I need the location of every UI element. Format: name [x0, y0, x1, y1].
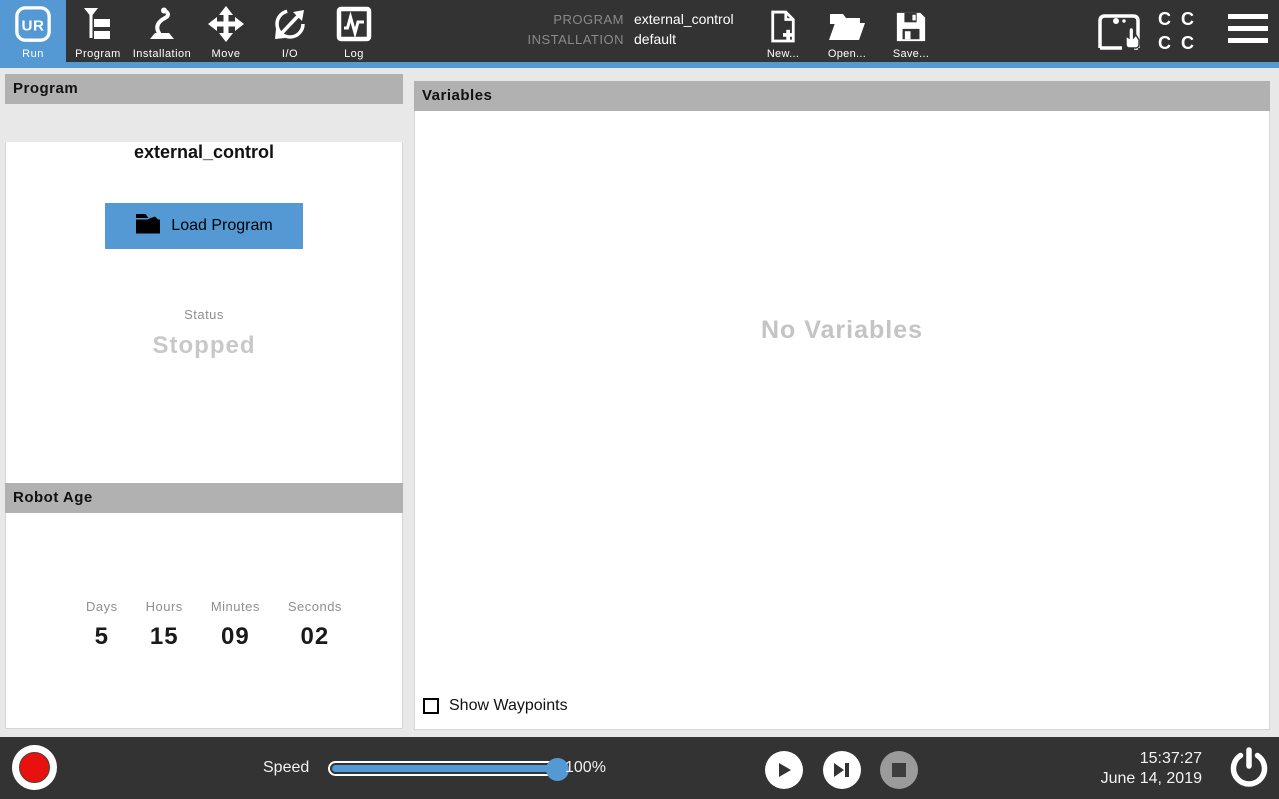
- tab-installation[interactable]: Installation: [130, 0, 194, 62]
- emergency-stop-button[interactable]: [12, 745, 57, 790]
- program-tree-icon: [81, 0, 115, 48]
- load-program-button[interactable]: Load Program: [105, 203, 303, 249]
- variables-panel: Variables No Variables Show Waypoints: [414, 81, 1270, 730]
- clock-date: June 14, 2019: [1000, 769, 1202, 789]
- tab-move[interactable]: Move: [194, 0, 258, 62]
- variables-panel-body: No Variables Show Waypoints: [414, 111, 1270, 730]
- speed-value: 100%: [565, 759, 606, 777]
- clock-time: 15:37:27: [1000, 749, 1202, 769]
- tab-program-label: Program: [75, 48, 121, 60]
- save-button[interactable]: Save...: [885, 6, 937, 60]
- folder-icon: [135, 212, 161, 241]
- speed-label: Speed: [263, 759, 309, 777]
- tab-move-label: Move: [212, 48, 241, 60]
- new-file-icon: [769, 6, 797, 48]
- top-navigation-bar: UR Run Program Installation: [0, 0, 1279, 62]
- accent-divider: [0, 62, 1279, 68]
- age-minutes: Minutes 09: [197, 599, 274, 651]
- program-panel: Program external_control Load Program St…: [5, 74, 403, 518]
- age-minutes-label: Minutes: [211, 599, 260, 614]
- age-seconds-value: 02: [288, 623, 342, 651]
- age-hours: Hours 15: [132, 599, 197, 651]
- tab-io-label: I/O: [282, 48, 298, 60]
- step-forward-icon: [832, 761, 852, 779]
- age-days: Days 5: [72, 599, 132, 651]
- age-days-value: 5: [86, 623, 118, 651]
- loaded-program-name: external_control: [6, 142, 402, 163]
- show-waypoints-label: Show Waypoints: [449, 697, 568, 715]
- age-minutes-value: 09: [211, 623, 260, 651]
- robot-age-counters: Days 5 Hours 15 Minutes 09 Seconds 02: [72, 599, 356, 651]
- stop-button[interactable]: [880, 751, 918, 789]
- program-panel-header: Program: [5, 74, 403, 104]
- status-label: Status: [6, 307, 402, 322]
- status-indicator-cc: C C C C: [1158, 8, 1194, 54]
- robot-age-body: Days 5 Hours 15 Minutes 09 Seconds 02: [5, 513, 403, 729]
- load-program-label: Load Program: [171, 217, 272, 235]
- play-icon: [775, 761, 793, 779]
- variables-panel-header: Variables: [414, 81, 1270, 111]
- svg-text:UR: UR: [22, 18, 45, 35]
- speed-slider[interactable]: [328, 761, 560, 776]
- emergency-stop-red-dot: [19, 752, 50, 783]
- power-icon: [1227, 746, 1271, 790]
- open-button-label: Open...: [828, 48, 866, 60]
- status-letter: C: [1158, 8, 1171, 30]
- age-hours-value: 15: [146, 623, 183, 651]
- new-button[interactable]: New...: [757, 6, 809, 60]
- program-label: PROGRAM: [452, 12, 624, 27]
- tab-installation-label: Installation: [133, 48, 192, 60]
- tab-program[interactable]: Program: [66, 0, 130, 62]
- clock-display: 15:37:27 June 14, 2019: [1000, 749, 1202, 789]
- stop-icon: [891, 762, 907, 778]
- no-variables-message: No Variables: [415, 316, 1269, 345]
- ur-logo-icon: UR: [14, 0, 52, 48]
- status-letter: C: [1181, 32, 1194, 54]
- open-button[interactable]: Open...: [821, 6, 873, 60]
- program-name-value: external_control: [634, 11, 734, 27]
- bottom-control-bar: Speed 100% 15:37:27 June 14, 2019: [0, 737, 1279, 799]
- robot-arm-icon: [144, 0, 180, 48]
- loaded-file-info: PROGRAM external_control INSTALLATION de…: [452, 11, 734, 47]
- save-button-label: Save...: [893, 48, 929, 60]
- step-button[interactable]: [823, 751, 861, 789]
- show-waypoints-control[interactable]: Show Waypoints: [423, 697, 568, 715]
- age-seconds: Seconds 02: [274, 599, 356, 651]
- tab-log[interactable]: Log: [322, 0, 386, 62]
- program-panel-body: external_control Load Program Status Sto…: [5, 142, 403, 518]
- log-chart-icon: [336, 0, 372, 48]
- robot-age-header: Robot Age: [5, 483, 403, 513]
- power-button[interactable]: [1227, 746, 1271, 795]
- age-hours-label: Hours: [146, 599, 183, 614]
- tab-run-label: Run: [22, 48, 44, 60]
- status-letter: C: [1158, 32, 1171, 54]
- age-days-label: Days: [86, 599, 118, 614]
- age-seconds-label: Seconds: [288, 599, 342, 614]
- robot-age-panel: Robot Age Days 5 Hours 15 Minutes 09 Sec…: [5, 483, 403, 729]
- open-folder-icon: [828, 6, 866, 48]
- file-buttons: New... Open... Save...: [757, 6, 937, 60]
- move-arrows-icon: [207, 0, 245, 48]
- installation-label: INSTALLATION: [452, 32, 624, 47]
- hamburger-menu-icon[interactable]: [1228, 14, 1268, 50]
- show-waypoints-checkbox[interactable]: [423, 698, 439, 714]
- save-floppy-icon: [895, 6, 927, 48]
- io-arrows-icon: [271, 0, 309, 48]
- tab-log-label: Log: [344, 48, 364, 60]
- new-button-label: New...: [767, 48, 799, 60]
- tab-run[interactable]: UR Run: [0, 0, 66, 62]
- tab-io[interactable]: I/O: [258, 0, 322, 62]
- status-letter: C: [1181, 8, 1194, 30]
- status-value: Stopped: [6, 332, 402, 360]
- installation-name-value: default: [634, 31, 734, 47]
- play-button[interactable]: [765, 751, 803, 789]
- speed-slider-fill: [332, 765, 556, 772]
- teach-pendant-icon[interactable]: [1093, 10, 1145, 59]
